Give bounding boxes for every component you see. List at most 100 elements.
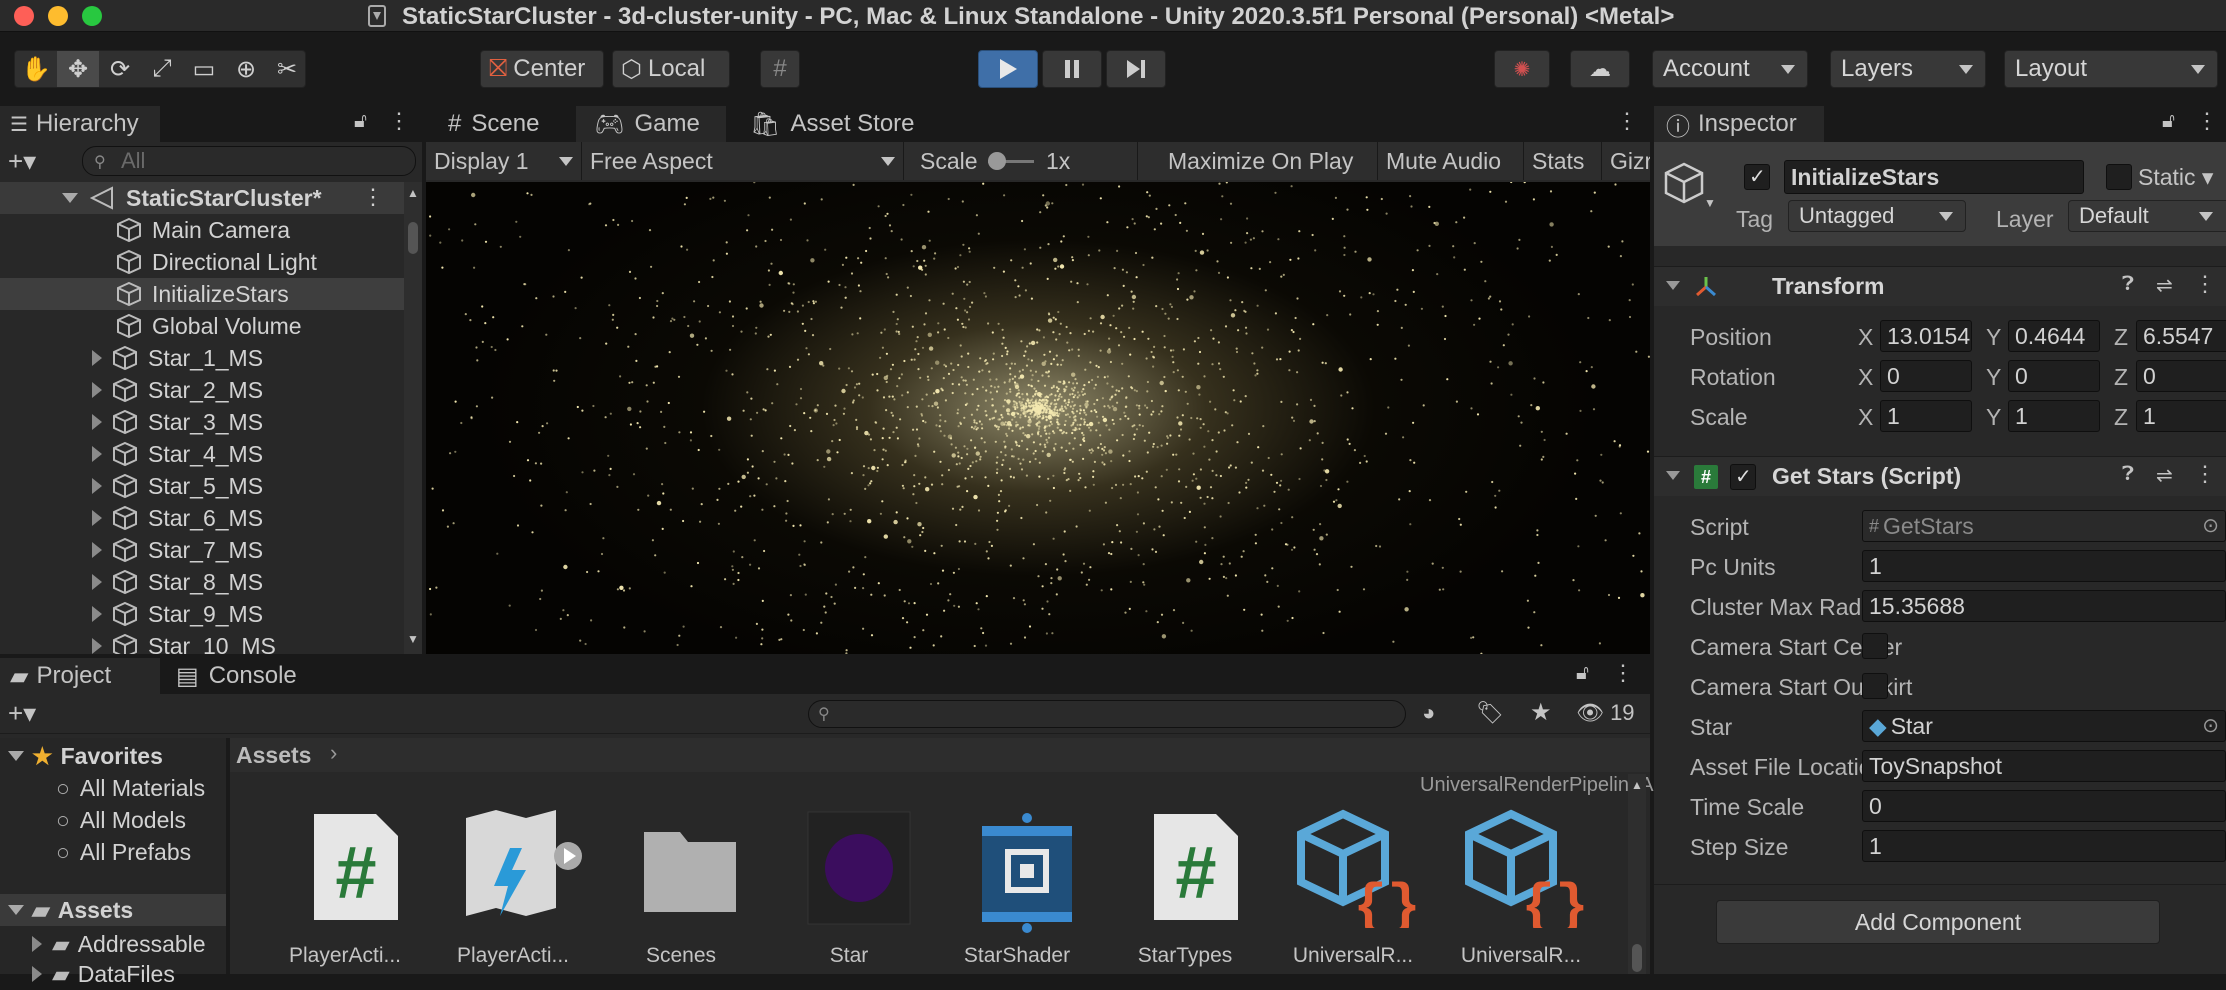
tag-dropdown[interactable]: Untagged <box>1788 200 1966 232</box>
script-component-header[interactable]: # ✓ Get Stars (Script) ❓︎ ⇌ ⋮ <box>1654 456 2226 496</box>
object-picker-icon[interactable]: ⊙ <box>2202 713 2219 738</box>
active-checkbox[interactable]: ✓ <box>1744 164 1770 190</box>
favorite-star-icon[interactable]: ★ <box>1530 698 1552 727</box>
transform-tool-icon[interactable]: ⊕ <box>225 51 267 87</box>
minimize-window-button[interactable] <box>48 6 68 26</box>
hierarchy-item[interactable]: Star_10_MS <box>0 630 404 654</box>
rotation-z-field[interactable]: 0 <box>2136 360 2226 392</box>
component-menu-icon[interactable]: ⋮ <box>2194 271 2216 297</box>
maximize-window-button[interactable] <box>82 6 102 26</box>
static-dropdown[interactable]: Static ▾ <box>2138 164 2213 191</box>
step-button[interactable] <box>1106 50 1166 88</box>
stats-toggle[interactable]: Stats <box>1524 142 1602 180</box>
add-object-button[interactable]: +▾ <box>8 146 36 177</box>
grid-snap-button[interactable]: # <box>760 50 800 88</box>
asset-folder-item[interactable]: ▰ Addressable <box>0 928 206 960</box>
script-field-value[interactable]: 15.35688 <box>1862 590 2226 622</box>
asset-tile[interactable]: # PlayerActi... <box>270 808 420 967</box>
presets-icon[interactable]: ⇌ <box>2156 273 2173 298</box>
move-tool-icon[interactable]: ✥ <box>57 51 99 87</box>
mute-audio-toggle[interactable]: Mute Audio <box>1378 142 1524 180</box>
favorite-item[interactable]: ○ All Models <box>0 804 186 836</box>
add-component-button[interactable]: Add Component <box>1716 900 2160 944</box>
maximize-on-play-toggle[interactable]: Maximize On Play <box>1160 142 1378 180</box>
hierarchy-item[interactable]: Global Volume <box>0 310 404 342</box>
scroll-thumb[interactable] <box>408 222 418 254</box>
game-view[interactable] <box>426 182 1650 654</box>
static-checkbox[interactable] <box>2106 164 2132 190</box>
pivot-center-button[interactable]: ⛝ Center <box>480 50 604 88</box>
hierarchy-item[interactable]: Directional Light <box>0 246 404 278</box>
transform-header[interactable]: Transform ❓︎ ⇌ ⋮ <box>1654 266 2226 306</box>
script-field-value[interactable]: ToySnapshot <box>1862 750 2226 782</box>
scale-slider-thumb[interactable] <box>988 152 1006 170</box>
help-icon[interactable]: ❓︎ <box>2122 273 2134 296</box>
close-window-button[interactable] <box>14 6 34 26</box>
scroll-down-icon[interactable]: ▼ <box>407 632 419 646</box>
hierarchy-item[interactable]: Star_2_MS <box>0 374 404 406</box>
hierarchy-item[interactable]: InitializeStars <box>0 278 404 310</box>
scroll-thumb[interactable] <box>1632 944 1642 972</box>
layer-dropdown[interactable]: Default <box>2068 200 2226 232</box>
hidden-packages-toggle[interactable]: 👁︎ 19 <box>1576 700 1635 726</box>
tab-project[interactable]: ▰ Project <box>0 658 160 694</box>
component-menu-icon[interactable]: ⋮ <box>2194 461 2216 487</box>
asset-tile[interactable]: PlayerActi... <box>438 808 588 967</box>
more-options-icon[interactable]: ⋮ <box>2196 108 2218 134</box>
script-enabled-checkbox[interactable]: ✓ <box>1730 464 1756 490</box>
scroll-up-icon[interactable]: ▲ <box>1631 778 1643 792</box>
tab-inspector[interactable]: ⓘ Inspector <box>1654 106 1824 142</box>
cloud-button[interactable]: ☁ <box>1570 50 1630 88</box>
breadcrumb-assets[interactable]: Assets <box>236 742 311 769</box>
filter-by-type-icon[interactable]: ◕ <box>1422 700 1435 726</box>
icon-dropdown-icon[interactable]: ▼ <box>1704 196 1716 210</box>
create-asset-button[interactable]: +▾ <box>8 698 36 729</box>
asset-tile[interactable]: Star <box>774 808 924 967</box>
lock-icon[interactable]: 🔓︎ <box>354 110 367 133</box>
tab-console[interactable]: ▤ Console <box>170 658 320 694</box>
hierarchy-search-input[interactable]: All <box>82 146 416 176</box>
scale-tool-icon[interactable]: ⤢ <box>141 51 183 87</box>
asset-tile[interactable]: {} UniversalR... <box>1446 808 1596 967</box>
more-options-icon[interactable]: ⋮ <box>1612 660 1634 686</box>
tab-asset-store[interactable]: 🛍︎ Asset Store <box>742 106 942 142</box>
aspect-dropdown[interactable]: Free Aspect <box>582 142 904 180</box>
script-field-value[interactable]: 0 <box>1862 790 2226 822</box>
pause-button[interactable] <box>1042 50 1102 88</box>
object-name-input[interactable]: InitializeStars <box>1784 160 2084 194</box>
custom-tools-icon[interactable]: ✂ <box>267 51 307 87</box>
script-field-value[interactable]: ◆ Star ⊙ <box>1862 710 2226 742</box>
scene-row[interactable]: StaticStarCluster* ⋮ <box>0 182 404 214</box>
hierarchy-item[interactable]: Star_7_MS <box>0 534 404 566</box>
layout-dropdown[interactable]: Layout <box>2004 50 2218 88</box>
tab-hierarchy[interactable]: ☰ Hierarchy <box>0 106 160 142</box>
hierarchy-item[interactable]: Star_1_MS <box>0 342 404 374</box>
hierarchy-item[interactable]: Star_9_MS <box>0 598 404 630</box>
display-dropdown[interactable]: Display 1 <box>426 142 582 180</box>
help-icon[interactable]: ❓︎ <box>2122 463 2134 486</box>
script-field-checkbox[interactable] <box>1862 633 1888 659</box>
layers-dropdown[interactable]: Layers <box>1830 50 1986 88</box>
favorite-item[interactable]: ○ All Materials <box>0 772 205 804</box>
asset-tile[interactable]: StarShader <box>942 808 1092 967</box>
scale-z-field[interactable]: 1 <box>2136 400 2226 432</box>
hierarchy-item[interactable]: Star_4_MS <box>0 438 404 470</box>
project-scrollbar[interactable]: ▲ <box>1628 774 1646 974</box>
lock-icon[interactable]: 🔓︎ <box>2162 110 2175 133</box>
more-options-icon[interactable]: ⋮ <box>1616 108 1638 134</box>
pivot-local-button[interactable]: ⬡ Local <box>612 50 730 88</box>
scroll-up-icon[interactable]: ▲ <box>407 186 419 200</box>
hand-tool-icon[interactable]: ✋ <box>15 51 57 87</box>
object-picker-icon[interactable]: ⊙ <box>2202 513 2219 538</box>
scene-menu-icon[interactable]: ⋮ <box>362 184 384 210</box>
scale-x-field[interactable]: 1 <box>1880 400 1972 432</box>
hierarchy-item[interactable]: Star_3_MS <box>0 406 404 438</box>
assets-folder-row[interactable]: ▰ Assets <box>0 894 226 926</box>
collab-button[interactable]: ✺ <box>1494 50 1550 88</box>
position-z-field[interactable]: 6.5547 <box>2136 320 2226 352</box>
tab-game[interactable]: 🎮︎ Game <box>576 106 726 142</box>
lock-icon[interactable]: 🔓︎ <box>1576 662 1589 685</box>
asset-folder-item[interactable]: ▰ DataFiles <box>0 958 175 990</box>
hierarchy-item[interactable]: Star_5_MS <box>0 470 404 502</box>
project-search-input[interactable] <box>808 700 1406 728</box>
